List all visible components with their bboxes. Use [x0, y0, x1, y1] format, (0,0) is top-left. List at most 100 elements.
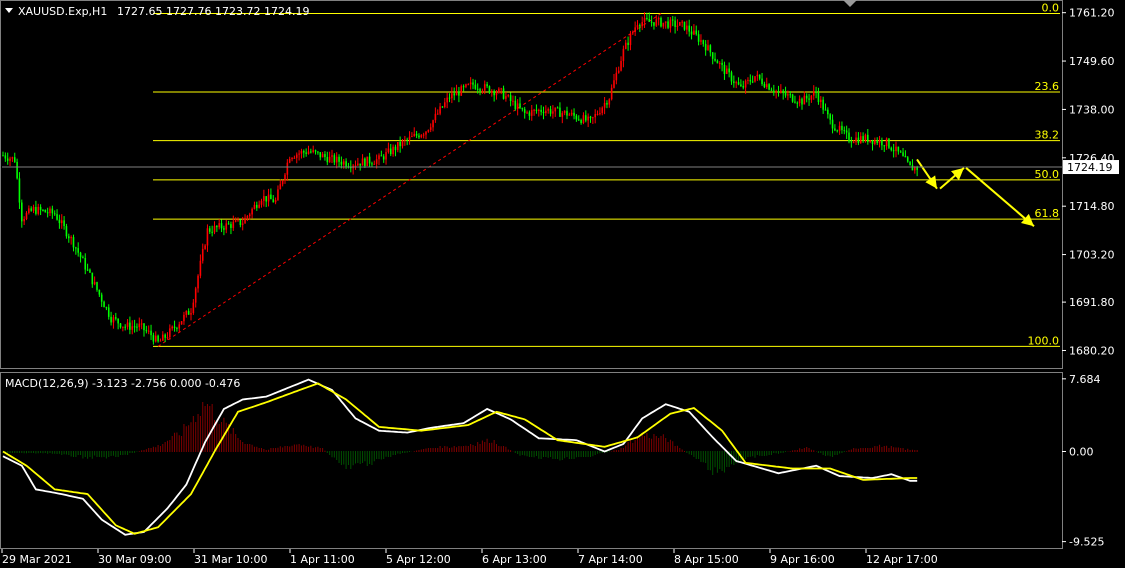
candle-body [185, 310, 188, 315]
candle-body [162, 334, 164, 341]
candle-body [737, 82, 740, 85]
candle-body [105, 307, 108, 309]
candle-body [624, 42, 627, 49]
candle-body [653, 22, 655, 26]
candle-body [552, 111, 554, 114]
candle-body [765, 84, 768, 88]
candle-body [594, 114, 596, 118]
candle-body [18, 178, 21, 203]
candle-body [585, 115, 587, 121]
candle-body [768, 84, 770, 90]
candle-body [897, 146, 900, 152]
candle-body [483, 84, 486, 91]
candle-body [859, 136, 862, 143]
candle-body [58, 219, 61, 224]
candle-body [573, 112, 575, 116]
candle-body [77, 248, 79, 253]
fib-level-label: 23.6 [1035, 80, 1060, 93]
candle-body [509, 95, 512, 102]
candle-body [610, 87, 613, 100]
candle-body [803, 95, 806, 105]
candle-body [51, 208, 54, 214]
candle-body [359, 163, 361, 166]
candle-body [380, 155, 383, 157]
candle-body [871, 140, 874, 144]
candle-body [270, 194, 272, 200]
candle-body [277, 189, 279, 200]
candle-body [469, 82, 472, 85]
candle-body [521, 107, 524, 110]
candle-body [568, 114, 571, 116]
candle-body [549, 109, 552, 114]
candle-body [528, 112, 531, 116]
candle-body [636, 25, 639, 28]
time-tick-label: 1 Apr 11:00 [290, 553, 355, 566]
candle-body [307, 151, 310, 154]
candle-body [190, 313, 192, 315]
candle-body [805, 95, 808, 99]
candle-body [488, 86, 491, 93]
candle-body [500, 88, 502, 90]
candle-body [582, 115, 585, 123]
candle-body [295, 154, 298, 158]
candle-body [770, 89, 773, 91]
candle-body [444, 102, 446, 108]
candle-body [178, 324, 181, 329]
price-tick-label: 1738.00 [1069, 103, 1115, 116]
candle-body [284, 174, 286, 181]
candle-body [914, 167, 916, 171]
candle-body [629, 33, 632, 45]
candle-body [213, 225, 216, 233]
candle-body [761, 78, 763, 85]
candle-body [30, 208, 32, 211]
time-tick-label: 7 Apr 14:00 [578, 553, 643, 566]
candle-body [723, 64, 726, 74]
candle-body [700, 40, 702, 42]
candle-body [657, 17, 660, 20]
candle-body [869, 140, 871, 142]
candle-body [615, 72, 618, 81]
time-tick-label: 29 Mar 2021 [2, 553, 72, 566]
candle-body [96, 282, 98, 290]
candle-body [441, 106, 444, 108]
candle-body [378, 155, 380, 160]
candle-body [232, 221, 235, 228]
candle-body [183, 314, 185, 322]
candle-body [634, 27, 636, 32]
candle-body [239, 219, 242, 225]
candle-body [413, 133, 416, 137]
candle-body [479, 89, 481, 92]
candle-body [60, 220, 63, 224]
trading-chart[interactable]: 0.0 23.6 38.2 50.0 61.8 100.0 1761.20 1749.60 1… [0, 0, 1125, 568]
candle-body [874, 140, 876, 144]
candle-body [6, 158, 9, 161]
candle-body [448, 97, 451, 99]
candle-body [505, 96, 507, 99]
candle-body [371, 163, 373, 165]
candle-body [35, 207, 37, 214]
candle-body [679, 22, 681, 26]
candle-body [159, 340, 162, 342]
candle-body [697, 34, 700, 42]
candle-body [838, 125, 841, 131]
candle-body [110, 316, 112, 323]
candle-body [909, 161, 911, 166]
candle-body [721, 62, 723, 65]
candle-body [667, 21, 669, 28]
candle-body [622, 48, 625, 61]
candle-body [472, 82, 474, 85]
candle-body [599, 113, 601, 115]
candle-body [458, 91, 460, 96]
candle-body [754, 76, 756, 82]
candle-body [733, 81, 735, 83]
candle-body [711, 52, 714, 59]
candle-body [439, 106, 441, 114]
price-tick-label: 1749.60 [1069, 55, 1115, 68]
candle-body [11, 157, 14, 159]
candle-body [881, 139, 883, 146]
candle-body [209, 228, 211, 232]
candle-body [561, 113, 564, 117]
candle-body [845, 130, 848, 133]
candle-body [674, 20, 676, 27]
candle-body [566, 110, 568, 116]
